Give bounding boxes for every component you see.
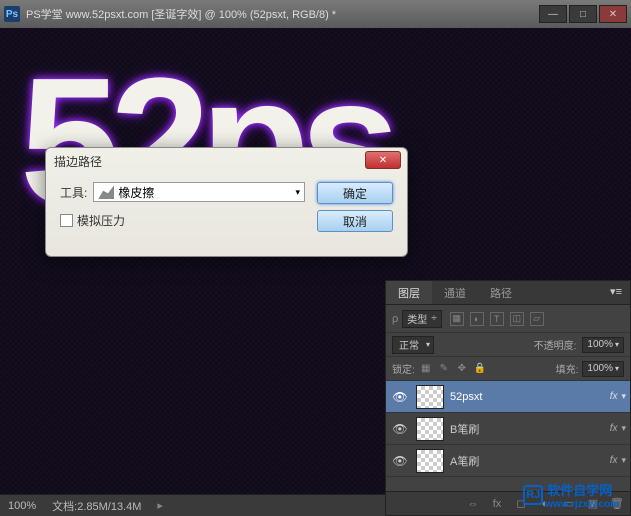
tool-select[interactable]: 橡皮擦 ▾ [93, 182, 305, 202]
simulate-pressure-label: 模拟压力 [77, 212, 125, 229]
chevron-right-icon[interactable]: ▸ [157, 499, 163, 512]
layer-thumbnail[interactable] [416, 385, 444, 409]
tab-layers[interactable]: 图层 [386, 281, 432, 304]
ok-button[interactable]: 确定 [317, 182, 393, 204]
simulate-pressure-checkbox[interactable] [60, 214, 73, 227]
visibility-eye-icon[interactable]: 👁 [390, 454, 410, 468]
layer-item[interactable]: 👁 52psxt fx ▾ [386, 381, 630, 413]
eraser-icon [98, 185, 114, 199]
search-icon: ρ [392, 313, 398, 325]
panel-menu-icon[interactable]: ▾≡ [602, 281, 630, 304]
dialog-close-button[interactable]: ✕ [365, 151, 401, 169]
window-controls: — □ ✕ [539, 5, 627, 23]
tool-select-value: 橡皮擦 [118, 184, 154, 201]
link-layers-icon[interactable]: ⇔ [466, 497, 480, 511]
tab-channels[interactable]: 通道 [432, 281, 478, 304]
blend-mode-row: 正常 ▾ 不透明度: 100%▾ [386, 333, 630, 357]
layer-style-icon[interactable]: fx [490, 497, 504, 511]
layer-name: 52psxt [450, 391, 610, 403]
cancel-button[interactable]: 取消 [317, 210, 393, 232]
layer-thumbnail[interactable] [416, 449, 444, 473]
layer-thumbnail[interactable] [416, 417, 444, 441]
filter-shape-icon[interactable]: ◫ [510, 312, 524, 326]
fill-label: 填充: [556, 361, 579, 376]
lock-all-icon[interactable]: 🔒 [473, 362, 487, 376]
status-bar: 100% 文档:2.85M/13.4M ▸ [0, 494, 385, 516]
panel-tabs: 图层 通道 路径 ▾≡ [386, 281, 630, 305]
opacity-label: 不透明度: [534, 337, 577, 352]
tab-paths[interactable]: 路径 [478, 281, 524, 304]
document-size: 文档:2.85M/13.4M [52, 498, 141, 514]
chevron-down-icon[interactable]: ▾ [621, 423, 626, 434]
filter-smart-icon[interactable]: ▱ [530, 312, 544, 326]
lock-row: 锁定: ▦ ✎ ✥ 🔒 填充: 100%▾ [386, 357, 630, 381]
watermark: RJ 软件自学网 www.rjzxw.com [517, 478, 625, 512]
watermark-url: www.rjzxw.com [545, 499, 619, 510]
lock-label: 锁定: [392, 361, 415, 376]
watermark-logo-icon: RJ [523, 485, 543, 505]
layer-name: B笔刷 [450, 421, 610, 437]
chevron-down-icon[interactable]: ▾ [621, 455, 626, 466]
filter-type-icon[interactable]: T [490, 312, 504, 326]
lock-position-icon[interactable]: ✥ [455, 362, 469, 376]
blend-mode-select[interactable]: 正常 ▾ [392, 336, 434, 354]
opacity-input[interactable]: 100%▾ [582, 337, 624, 353]
zoom-level[interactable]: 100% [8, 500, 36, 512]
chevron-down-icon[interactable]: ▾ [621, 391, 626, 402]
tool-label: 工具: [60, 184, 87, 201]
layer-name: A笔刷 [450, 453, 610, 469]
lock-transparency-icon[interactable]: ▦ [419, 362, 433, 376]
layer-item[interactable]: 👁 B笔刷 fx ▾ [386, 413, 630, 445]
document-title: PS学堂 www.52psxt.com [圣诞字效] @ 100% (52psx… [26, 6, 539, 22]
fill-input[interactable]: 100%▾ [582, 361, 624, 377]
filter-type-select[interactable]: 类型÷ [402, 310, 442, 328]
visibility-eye-icon[interactable]: 👁 [390, 422, 410, 436]
window-titlebar: Ps PS学堂 www.52psxt.com [圣诞字效] @ 100% (52… [0, 0, 631, 28]
maximize-button[interactable]: □ [569, 5, 597, 23]
lock-pixels-icon[interactable]: ✎ [437, 362, 451, 376]
layer-fx-badge[interactable]: fx [610, 391, 618, 402]
visibility-eye-icon[interactable]: 👁 [390, 390, 410, 404]
app-icon: Ps [4, 6, 20, 22]
filter-pixel-icon[interactable]: ▦ [450, 312, 464, 326]
watermark-brand: 软件自学网 [547, 480, 619, 499]
chevron-down-icon: ▾ [295, 187, 300, 198]
layers-list: 👁 52psxt fx ▾ 👁 B笔刷 fx ▾ 👁 A笔刷 fx ▾ [386, 381, 630, 477]
filter-adjust-icon[interactable]: ◐ [470, 312, 484, 326]
stroke-path-dialog: 描边路径 ✕ 工具: 橡皮擦 ▾ 模拟压力 确定 取消 [45, 147, 408, 257]
layer-fx-badge[interactable]: fx [610, 455, 618, 466]
layer-item[interactable]: 👁 A笔刷 fx ▾ [386, 445, 630, 477]
dialog-title: 描边路径 [46, 148, 407, 174]
layer-filter-row: ρ 类型÷ ▦ ◐ T ◫ ▱ [386, 305, 630, 333]
close-window-button[interactable]: ✕ [599, 5, 627, 23]
minimize-button[interactable]: — [539, 5, 567, 23]
layer-fx-badge[interactable]: fx [610, 423, 618, 434]
